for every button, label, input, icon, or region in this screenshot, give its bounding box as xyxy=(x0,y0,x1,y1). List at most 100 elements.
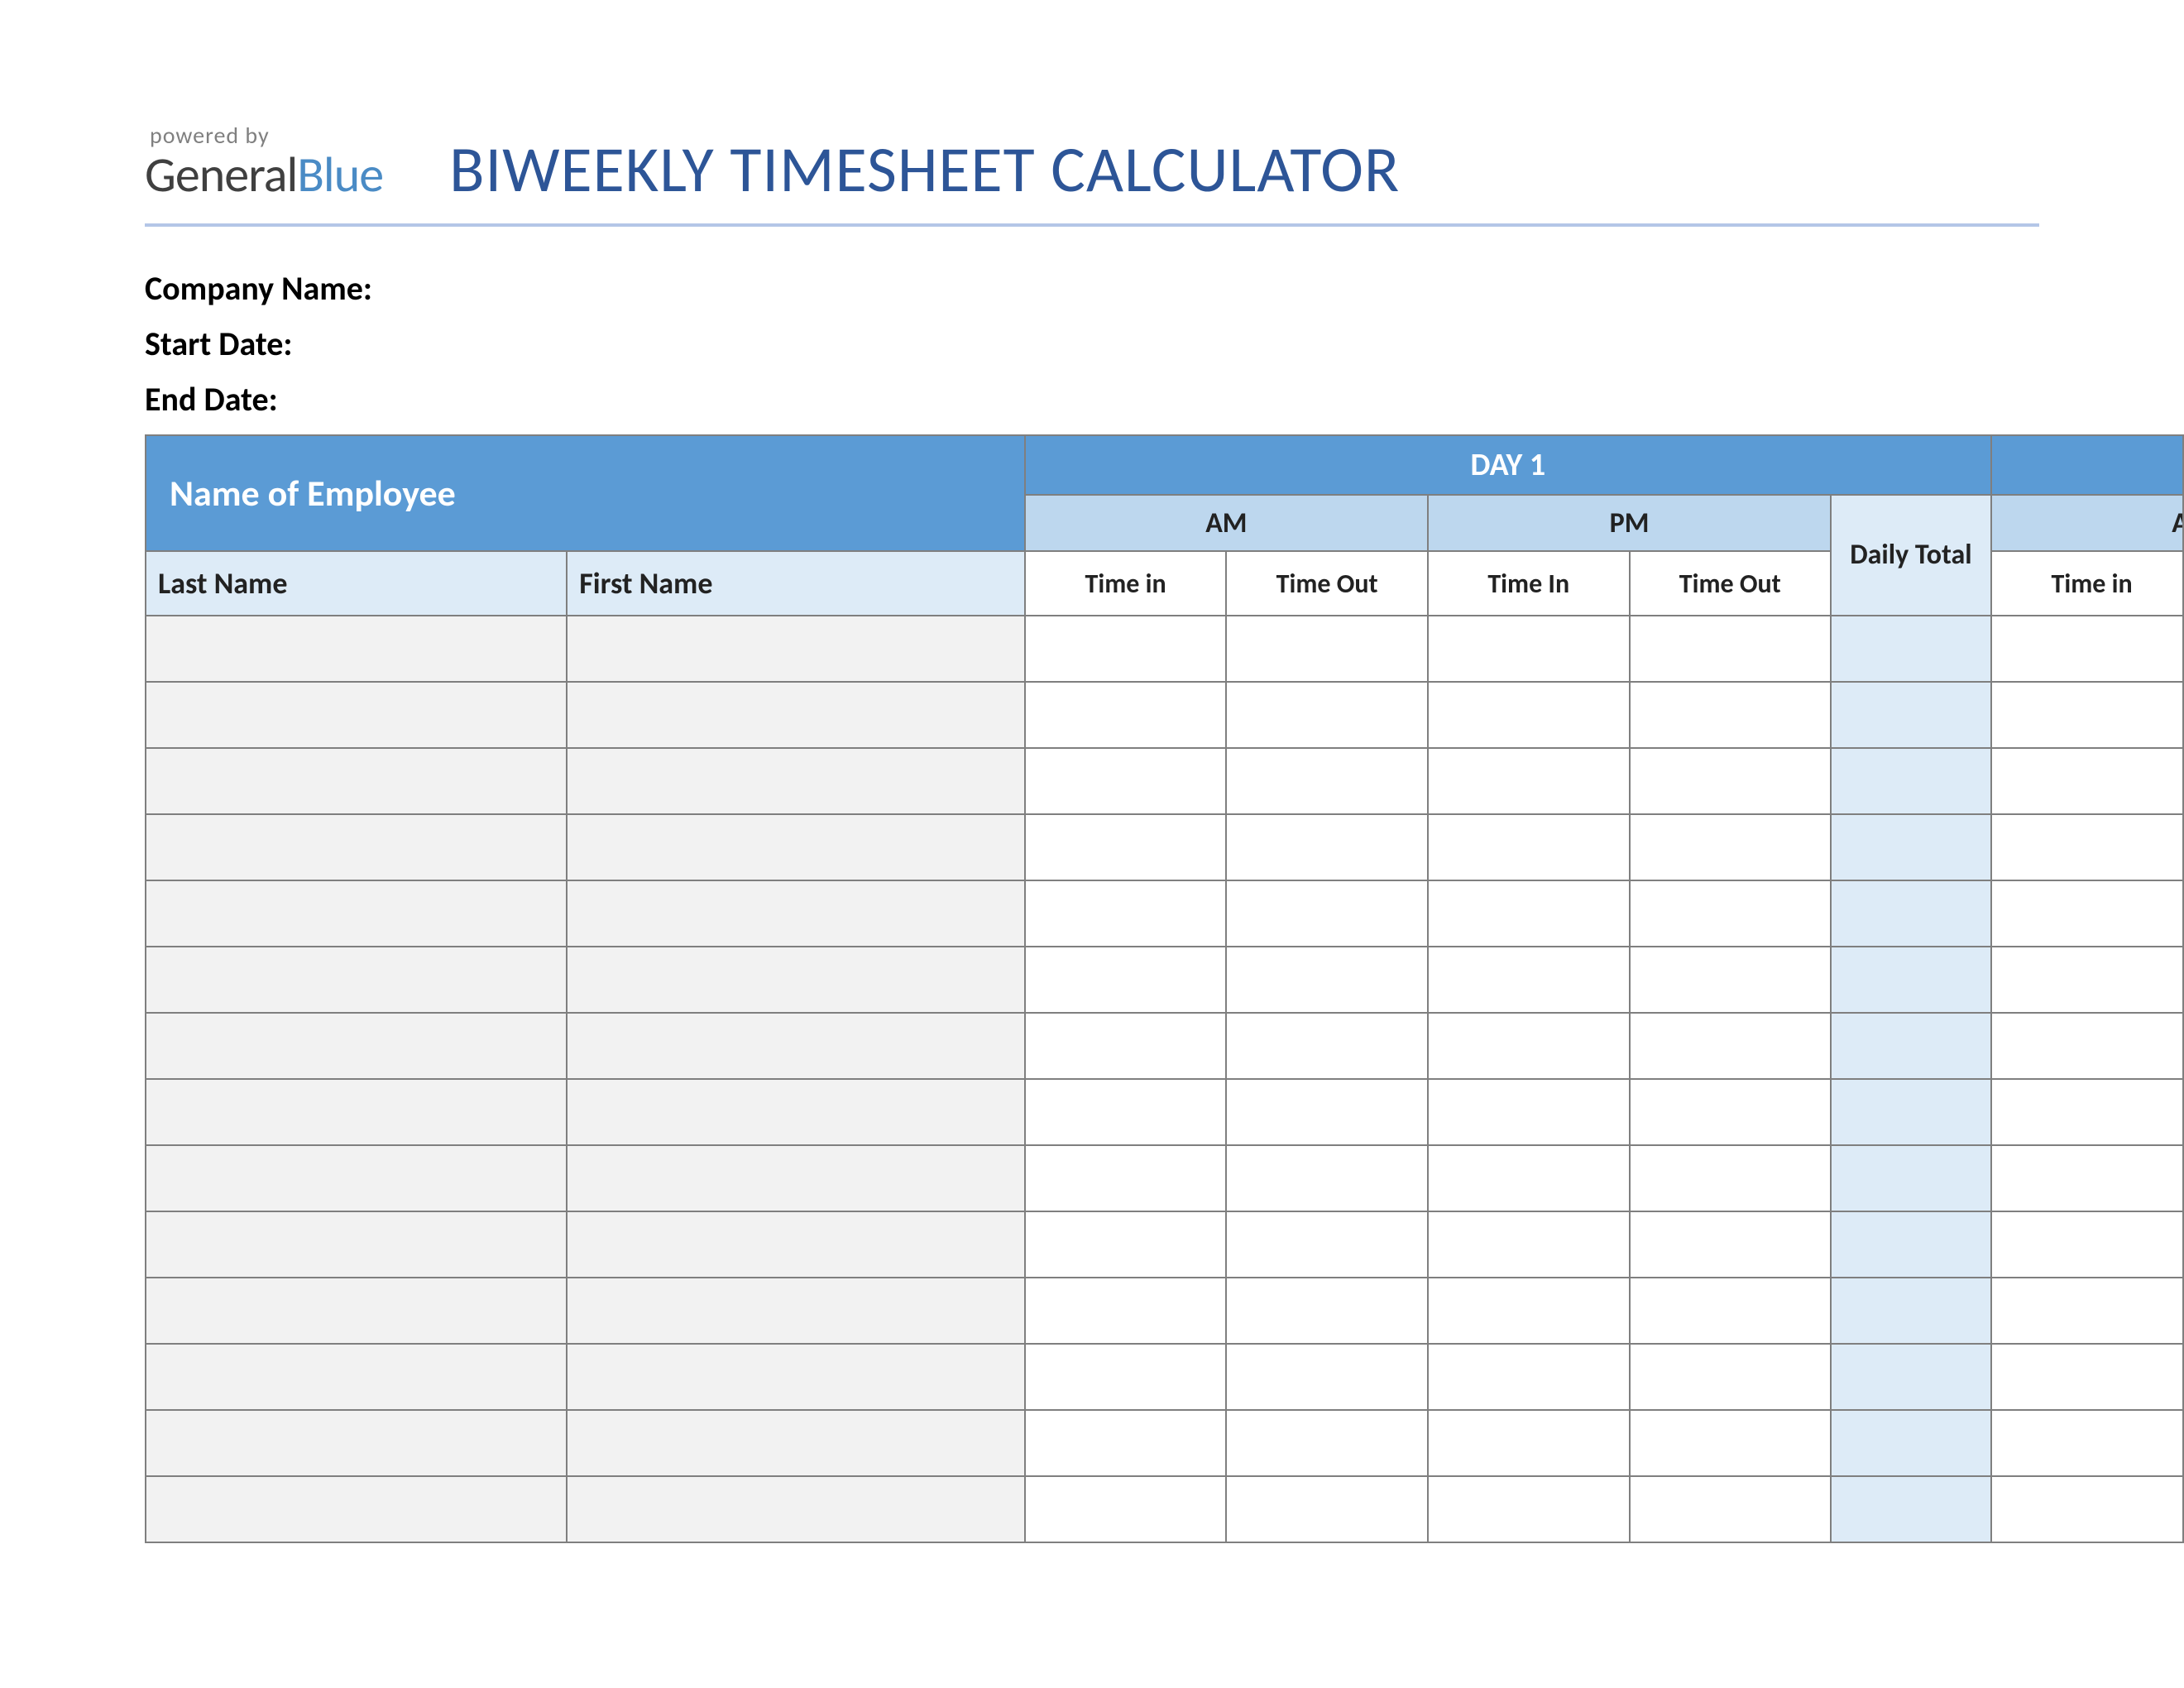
cell-first-name[interactable] xyxy=(567,1211,1025,1278)
cell-pm-out[interactable] xyxy=(1630,1013,1832,1079)
cell-daily-total[interactable] xyxy=(1831,1476,1991,1542)
cell-pm-in[interactable] xyxy=(1428,1145,1630,1211)
cell-last-name[interactable] xyxy=(146,1278,567,1344)
cell-last-name[interactable] xyxy=(146,1079,567,1145)
cell-am-in[interactable] xyxy=(1025,616,1227,682)
cell-pm-in[interactable] xyxy=(1428,814,1630,880)
cell-pm-out[interactable] xyxy=(1630,1079,1832,1145)
cell-am-out[interactable] xyxy=(1226,1145,1428,1211)
cell-am-in-2[interactable] xyxy=(1991,1079,2184,1145)
cell-daily-total[interactable] xyxy=(1831,1013,1991,1079)
cell-am-out[interactable] xyxy=(1226,682,1428,748)
cell-am-in[interactable] xyxy=(1025,1476,1227,1542)
cell-am-out[interactable] xyxy=(1226,748,1428,814)
cell-first-name[interactable] xyxy=(567,682,1025,748)
cell-daily-total[interactable] xyxy=(1831,1145,1991,1211)
cell-am-in[interactable] xyxy=(1025,880,1227,947)
cell-pm-out[interactable] xyxy=(1630,880,1832,947)
cell-pm-out[interactable] xyxy=(1630,947,1832,1013)
cell-am-in-2[interactable] xyxy=(1991,1211,2184,1278)
cell-last-name[interactable] xyxy=(146,1211,567,1278)
cell-am-out[interactable] xyxy=(1226,1211,1428,1278)
cell-first-name[interactable] xyxy=(567,1145,1025,1211)
cell-first-name[interactable] xyxy=(567,748,1025,814)
cell-pm-out[interactable] xyxy=(1630,1211,1832,1278)
cell-pm-in[interactable] xyxy=(1428,1079,1630,1145)
cell-first-name[interactable] xyxy=(567,1278,1025,1344)
cell-first-name[interactable] xyxy=(567,1344,1025,1410)
cell-am-in-2[interactable] xyxy=(1991,947,2184,1013)
cell-am-in[interactable] xyxy=(1025,947,1227,1013)
cell-last-name[interactable] xyxy=(146,1476,567,1542)
cell-am-out[interactable] xyxy=(1226,880,1428,947)
cell-am-in[interactable] xyxy=(1025,1211,1227,1278)
cell-daily-total[interactable] xyxy=(1831,814,1991,880)
cell-pm-in[interactable] xyxy=(1428,947,1630,1013)
cell-first-name[interactable] xyxy=(567,616,1025,682)
cell-am-out[interactable] xyxy=(1226,616,1428,682)
cell-daily-total[interactable] xyxy=(1831,1410,1991,1476)
cell-daily-total[interactable] xyxy=(1831,1079,1991,1145)
cell-am-in-2[interactable] xyxy=(1991,1145,2184,1211)
cell-daily-total[interactable] xyxy=(1831,616,1991,682)
cell-pm-out[interactable] xyxy=(1630,814,1832,880)
cell-pm-in[interactable] xyxy=(1428,880,1630,947)
cell-am-in[interactable] xyxy=(1025,1145,1227,1211)
cell-am-out[interactable] xyxy=(1226,1344,1428,1410)
cell-am-in-2[interactable] xyxy=(1991,1344,2184,1410)
cell-daily-total[interactable] xyxy=(1831,1344,1991,1410)
cell-last-name[interactable] xyxy=(146,682,567,748)
cell-am-out[interactable] xyxy=(1226,814,1428,880)
cell-pm-in[interactable] xyxy=(1428,1211,1630,1278)
cell-am-out[interactable] xyxy=(1226,947,1428,1013)
cell-am-in[interactable] xyxy=(1025,814,1227,880)
cell-last-name[interactable] xyxy=(146,1344,567,1410)
cell-pm-in[interactable] xyxy=(1428,1344,1630,1410)
cell-am-in-2[interactable] xyxy=(1991,1410,2184,1476)
cell-last-name[interactable] xyxy=(146,1410,567,1476)
cell-am-in-2[interactable] xyxy=(1991,616,2184,682)
cell-pm-out[interactable] xyxy=(1630,1145,1832,1211)
cell-last-name[interactable] xyxy=(146,947,567,1013)
cell-am-in[interactable] xyxy=(1025,682,1227,748)
cell-am-out[interactable] xyxy=(1226,1410,1428,1476)
cell-am-out[interactable] xyxy=(1226,1476,1428,1542)
cell-first-name[interactable] xyxy=(567,947,1025,1013)
cell-first-name[interactable] xyxy=(567,1079,1025,1145)
cell-am-out[interactable] xyxy=(1226,1079,1428,1145)
cell-am-in[interactable] xyxy=(1025,1278,1227,1344)
cell-daily-total[interactable] xyxy=(1831,748,1991,814)
cell-am-in[interactable] xyxy=(1025,1344,1227,1410)
cell-last-name[interactable] xyxy=(146,1013,567,1079)
cell-pm-out[interactable] xyxy=(1630,1278,1832,1344)
cell-am-in[interactable] xyxy=(1025,1013,1227,1079)
cell-daily-total[interactable] xyxy=(1831,1278,1991,1344)
cell-pm-in[interactable] xyxy=(1428,1278,1630,1344)
cell-am-out[interactable] xyxy=(1226,1278,1428,1344)
cell-last-name[interactable] xyxy=(146,616,567,682)
cell-first-name[interactable] xyxy=(567,880,1025,947)
cell-am-in-2[interactable] xyxy=(1991,1013,2184,1079)
cell-last-name[interactable] xyxy=(146,880,567,947)
cell-am-in-2[interactable] xyxy=(1991,814,2184,880)
cell-am-in-2[interactable] xyxy=(1991,1476,2184,1542)
cell-pm-in[interactable] xyxy=(1428,1476,1630,1542)
cell-last-name[interactable] xyxy=(146,1145,567,1211)
cell-am-in-2[interactable] xyxy=(1991,682,2184,748)
cell-am-in-2[interactable] xyxy=(1991,1278,2184,1344)
cell-pm-in[interactable] xyxy=(1428,748,1630,814)
cell-last-name[interactable] xyxy=(146,748,567,814)
cell-pm-in[interactable] xyxy=(1428,1410,1630,1476)
cell-pm-in[interactable] xyxy=(1428,682,1630,748)
cell-daily-total[interactable] xyxy=(1831,947,1991,1013)
cell-pm-out[interactable] xyxy=(1630,616,1832,682)
cell-am-in[interactable] xyxy=(1025,1079,1227,1145)
cell-first-name[interactable] xyxy=(567,1476,1025,1542)
cell-am-in[interactable] xyxy=(1025,1410,1227,1476)
cell-am-in-2[interactable] xyxy=(1991,880,2184,947)
cell-am-in[interactable] xyxy=(1025,748,1227,814)
cell-daily-total[interactable] xyxy=(1831,682,1991,748)
cell-pm-out[interactable] xyxy=(1630,682,1832,748)
cell-first-name[interactable] xyxy=(567,1013,1025,1079)
cell-pm-out[interactable] xyxy=(1630,1344,1832,1410)
